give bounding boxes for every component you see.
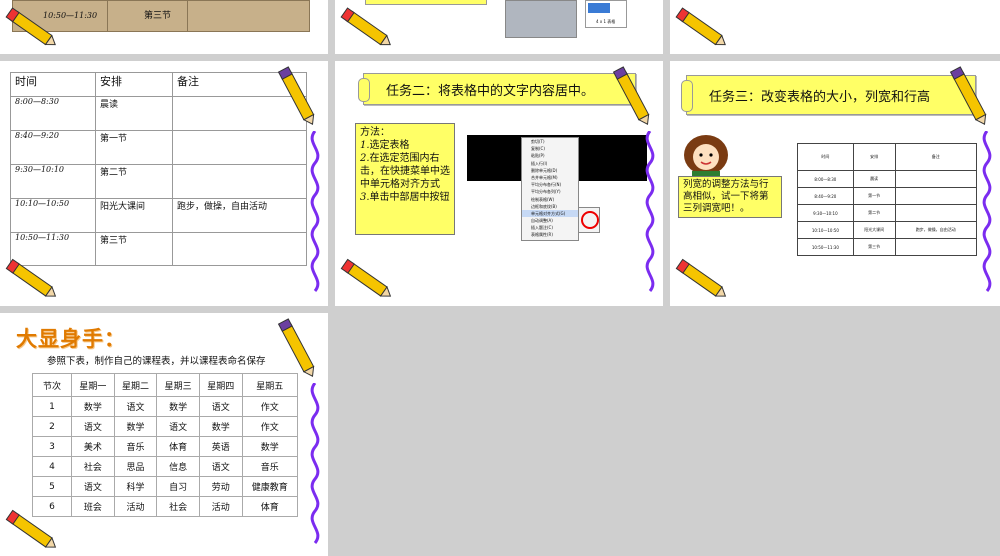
pencil-icon [340, 258, 392, 297]
menu-item: 平均分布各行(N) [531, 182, 562, 188]
header-cell: 星期三 [156, 373, 200, 397]
slide-thumbnail-4[interactable]: 时间 安排 备注 8:00—8:30 晨读 8:40—9:20 第一节 9:30… [0, 61, 328, 306]
squiggle-decoration [310, 383, 320, 544]
hint-box: 列宽的调整方法与行高相似，试一下将第三列调宽吧！。 [678, 176, 782, 218]
menu-item: 复制(C) [531, 146, 545, 152]
table-row: 8:00—8:30 晨读 [10, 96, 307, 131]
task3-banner: 任务三：改变表格的大小，列宽和行高 [681, 75, 976, 115]
header-time: 时间 [10, 72, 96, 97]
menu-item: 粘贴(P) [531, 153, 545, 159]
menu-item-selected: 单元格对齐方式(G) [522, 209, 578, 218]
slide-thumbnail-2[interactable]: 4 x 1 表格 [335, 0, 663, 54]
pencil-icon [675, 7, 726, 46]
header-cell: 安排 [852, 143, 896, 171]
menu-item: 平均分布各列(Y) [531, 189, 561, 195]
header-plan: 安排 [95, 72, 173, 97]
menu-item: 删除单元格(D) [531, 167, 558, 173]
plan-cell: 第二节 [95, 164, 173, 199]
slide-subtitle: 参照下表，制作自己的课程表，并以课程表命名保存 [47, 356, 266, 367]
method-box: 方法： 1.选定表格 2.在选定范围内右击，在快捷菜单中选中单元格对齐方式 3.… [355, 123, 455, 235]
squiggle-decoration [982, 131, 992, 292]
header-cell: 星期四 [198, 373, 243, 397]
pencil-icon [5, 7, 56, 46]
pencil-icon [277, 318, 315, 378]
table-row: 8:40—9:20 第一节 [797, 187, 977, 205]
plan-cell: 阳光大课间 [95, 198, 173, 233]
table-row: 8:40—9:20 第一节 [10, 130, 307, 165]
menu-item: 自动调整(A) [531, 218, 553, 224]
method-title: 方法： [360, 127, 390, 138]
pencil-icon [5, 258, 57, 297]
pencil-icon [949, 66, 987, 126]
header-cell: 节次 [32, 373, 72, 397]
header-cell: 时间 [797, 143, 854, 171]
context-menu: 剪切(T) 复制(C) 粘贴(P) 插入行(I) 删除单元格(D) 合并单元格(… [521, 137, 579, 241]
resized-table: 时间 安排 备注 8:00—8:30 晨读 8:40—9:20 第一节 9:30—1… [797, 143, 977, 256]
squiggle-decoration [310, 131, 320, 292]
menu-item: 绘制表格(W) [531, 196, 555, 202]
timetable: 节次 星期一 星期二 星期三 星期四 星期五 1 数学 语文 数学 语文 作文 2 语文 数学… [32, 373, 299, 517]
task3-title: 任务三：改变表格的大小，列宽和行高 [709, 89, 931, 105]
time-cell: 8:00—8:30 [10, 96, 96, 131]
step-item: 2.在选定范围内右击，在快捷菜单中选中单元格对齐方式 [360, 153, 450, 190]
table-row: 10:50—11:30 第三节 [797, 238, 977, 256]
table-row: 1 数学 语文 数学 语文 作文 [32, 396, 299, 417]
time-cell: 9:30—10:10 [10, 164, 96, 199]
plan-cell: 第三节 [95, 232, 173, 266]
menu-item: 表格属性(R) [531, 232, 553, 238]
banner-fragment [365, 0, 487, 5]
pencil-icon [277, 66, 315, 126]
gray-panel [505, 0, 577, 38]
menu-item: 剪切(T) [531, 139, 545, 144]
table-row: 10:10—10:50 阳光大课间 跑步，做操，自由活动 [797, 221, 977, 239]
note-cell [172, 130, 307, 165]
step-item: 3.单击中部居中按钮 [360, 192, 450, 203]
table-row: 10:10—10:50 阳光大课间 跑步，做操，自由活动 [10, 198, 307, 233]
note-cell: 跑步，做操，自由活动 [172, 198, 307, 233]
schedule-table: 时间 安排 备注 8:00—8:30 晨读 8:40—9:20 第一节 9:30… [10, 72, 307, 266]
plan-cell: 晨读 [95, 96, 173, 131]
table-row: 8:00—8:30 晨读 [797, 170, 977, 188]
period-cell: 第三节 [108, 1, 188, 31]
slide-title: 大显身手： [16, 327, 126, 351]
menu-item: 插入题注(C) [531, 225, 553, 231]
menu-item: 插入行(I) [531, 160, 548, 166]
teacher-avatar-icon [684, 135, 728, 181]
time-cell: 8:40—9:20 [10, 130, 96, 165]
header-cell: 星期二 [113, 373, 158, 397]
task2-title: 任务二：将表格中的文字内容居中。 [386, 83, 595, 99]
note-cell [172, 232, 307, 266]
table-grid-picker: 4 x 1 表格 [585, 0, 627, 28]
time-cell: 10:10—10:50 [10, 198, 96, 233]
align-submenu [578, 207, 600, 233]
slide-thumbnail-3[interactable] [670, 0, 1000, 54]
slide-thumbnail-6[interactable]: 任务三：改变表格的大小，列宽和行高 列宽的调整方法与行高相似，试一下将第三列调宽… [670, 61, 1000, 306]
hint-text: 列宽的调整方法与行高相似，试一下将第三列调宽吧！。 [683, 179, 769, 214]
table-row: 9:30—10:10 第二节 [797, 204, 977, 222]
pencil-icon [5, 509, 57, 548]
step-item: 1.选定表格 [360, 140, 410, 151]
menu-item: 边框和底纹(B) [531, 203, 557, 209]
pencil-icon [612, 66, 650, 126]
table-row: 5 语文 科学 自习 劳动 健康教育 [32, 476, 299, 497]
table-row: 2 语文 数学 语文 数学 作文 [32, 416, 299, 437]
header-cell: 星期一 [71, 373, 115, 397]
plan-cell: 第一节 [95, 130, 173, 165]
table-row: 4 社会 思品 信息 语文 音乐 [32, 456, 299, 477]
slide-thumbnail-5[interactable]: 任务二：将表格中的文字内容居中。 方法： 1.选定表格 2.在选定范围内右击，在… [335, 61, 663, 306]
highlight-circle [581, 211, 599, 229]
slide-thumbnail-1[interactable]: 10:50—11:30 第三节 [0, 0, 328, 54]
note-cell [172, 164, 307, 199]
pencil-icon [675, 258, 727, 297]
squiggle-decoration [645, 131, 655, 292]
slide-thumbnail-7[interactable]: 大显身手： 参照下表，制作自己的课程表，并以课程表命名保存 节次 星期一 星期二… [0, 313, 328, 556]
table-row: 6 班会 活动 社会 活动 体育 [32, 496, 299, 517]
table-row: 3 美术 音乐 体育 英语 数学 [32, 436, 299, 457]
menu-item: 合并单元格(M) [531, 174, 558, 180]
task2-banner: 任务二：将表格中的文字内容居中。 [358, 73, 636, 105]
table-row: 9:30—10:10 第二节 [10, 164, 307, 199]
header-cell: 备注 [894, 143, 977, 171]
pencil-icon [340, 7, 391, 46]
